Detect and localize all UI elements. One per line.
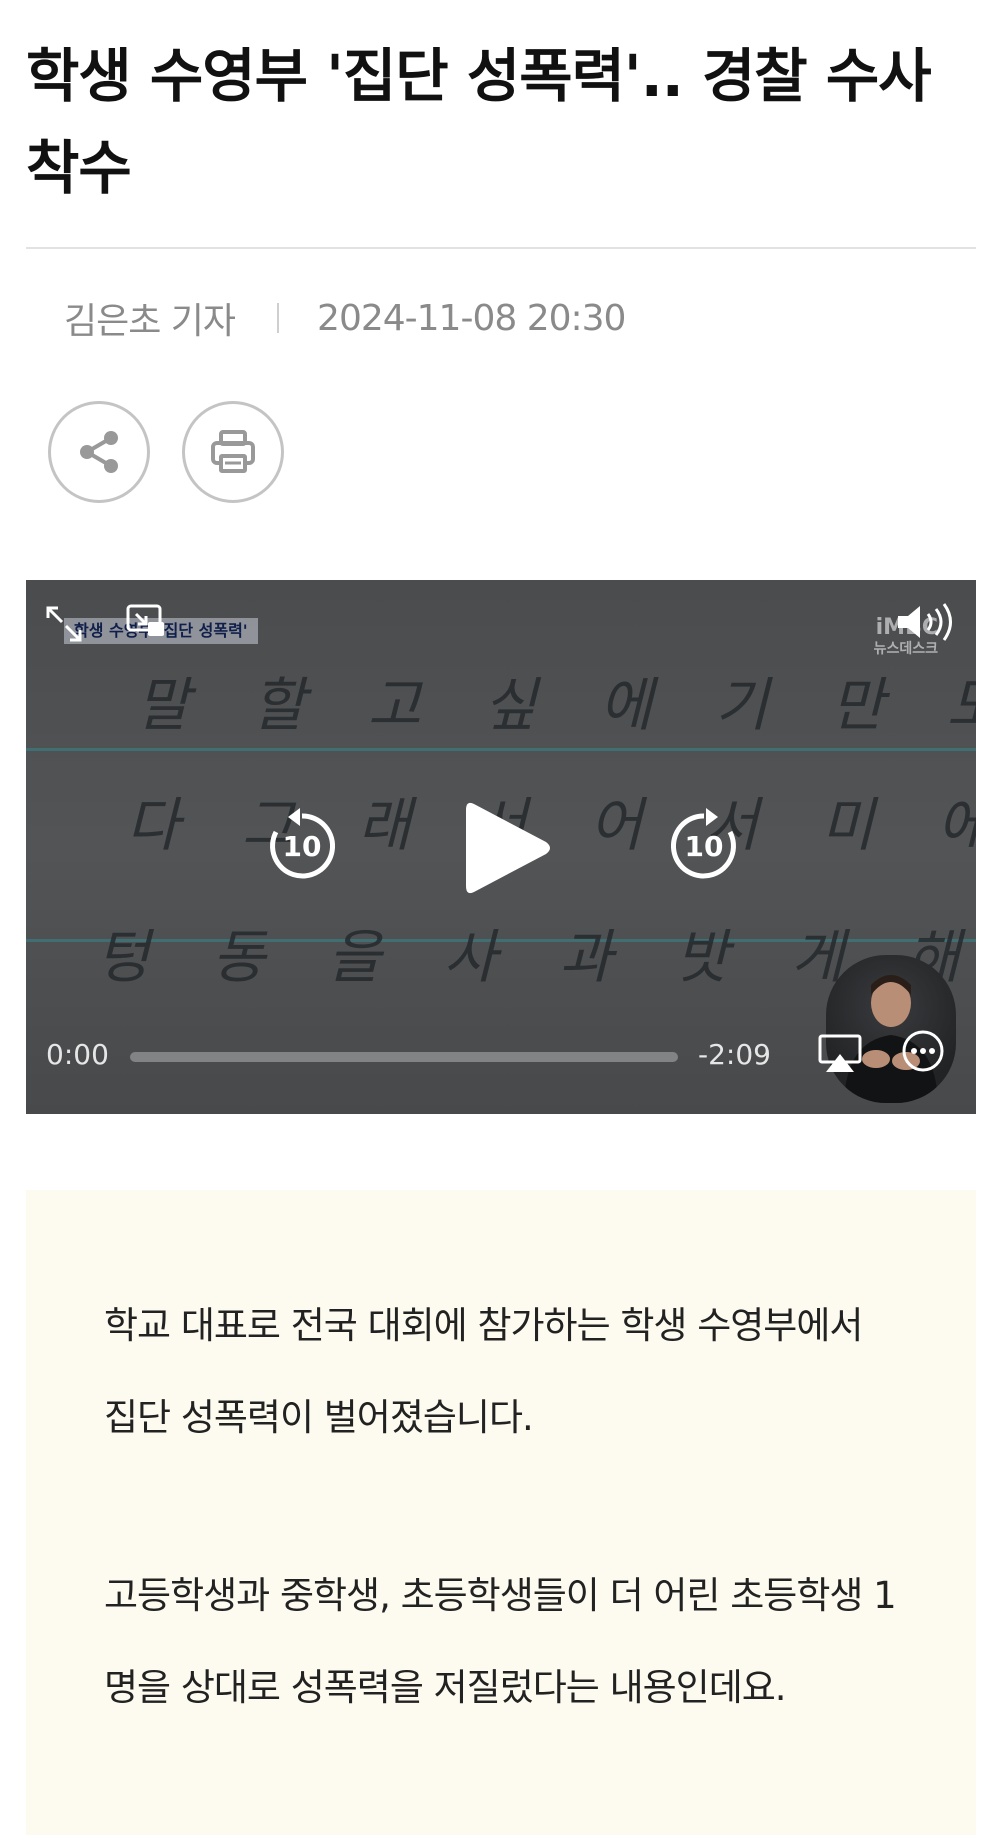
reporter-name: 김은초 기자 — [64, 301, 236, 342]
share-button[interactable] — [48, 401, 150, 503]
remaining-time: -2:09 — [698, 1038, 771, 1071]
printer-icon — [211, 430, 255, 473]
current-time: 0:00 — [46, 1038, 109, 1071]
summary-paragraph: 학교 대표로 전국 대회에 참가하는 학생 수영부에서 집단 성폭력이 벌어졌습… — [104, 1304, 863, 1439]
skip-forward-label: 10 — [684, 830, 724, 863]
picture-in-picture-icon[interactable] — [124, 602, 168, 642]
byline-separator — [277, 303, 280, 333]
article-summary-box: 학교 대표로 전국 대회에 참가하는 학생 수영부에서 집단 성폭력이 벌어졌습… — [26, 1190, 976, 1835]
skip-back-button[interactable]: 10 — [264, 808, 340, 884]
airplay-icon[interactable] — [816, 1032, 864, 1074]
more-options-icon[interactable] — [900, 1028, 946, 1074]
skip-back-label: 10 — [282, 830, 322, 863]
publish-datetime: 2024-11-08 20:30 — [317, 297, 626, 339]
print-button[interactable] — [182, 401, 284, 503]
summary-paragraph: 고등학생과 중학생, 초등학생들이 더 어린 초등학생 1명을 상대로 성폭력을… — [104, 1574, 897, 1709]
play-button[interactable] — [460, 798, 556, 898]
volume-icon[interactable] — [894, 600, 958, 644]
article-headline: 학생 수영부 '집단 성폭력'.. 경찰 수사 착수 — [26, 42, 932, 202]
headline-divider — [26, 247, 976, 249]
share-icon — [80, 431, 118, 473]
handwriting-line: 말 할 고 싶 에 기 만 도 저 디 봉 — [136, 671, 976, 739]
progress-bar[interactable] — [130, 1052, 678, 1062]
skip-forward-button[interactable]: 10 — [666, 808, 742, 884]
video-player[interactable]: 말 할 고 싶 에 기 만 도 저 디 봉 다 그 래 서 어 서 미 에 게 … — [26, 580, 976, 1114]
expand-icon[interactable] — [42, 602, 86, 646]
byline: 김은초 기자 2024-11-08 20:30 — [64, 296, 626, 343]
